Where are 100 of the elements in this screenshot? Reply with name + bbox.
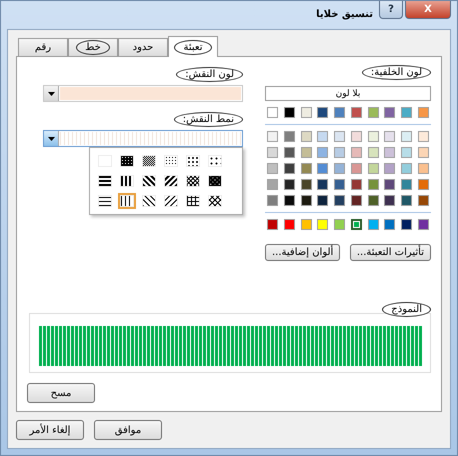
color-swatch[interactable]: [350, 219, 362, 230]
color-swatch[interactable]: [267, 107, 278, 118]
pattern-option[interactable]: [118, 153, 136, 169]
color-swatch[interactable]: [317, 163, 328, 174]
color-swatch[interactable]: [317, 219, 328, 230]
color-swatch[interactable]: [401, 219, 412, 230]
pattern-option[interactable]: [96, 193, 114, 209]
color-swatch[interactable]: [317, 195, 328, 206]
help-button[interactable]: ?: [379, 1, 403, 19]
pattern-option[interactable]: [184, 193, 202, 209]
clear-button[interactable]: مسح: [27, 383, 95, 403]
color-swatch[interactable]: [401, 147, 412, 158]
color-swatch[interactable]: [350, 107, 362, 118]
color-swatch[interactable]: [418, 107, 429, 118]
color-swatch[interactable]: [384, 107, 396, 118]
pattern-option[interactable]: [184, 153, 202, 169]
color-swatch[interactable]: [284, 131, 295, 142]
color-swatch[interactable]: [284, 147, 295, 158]
color-swatch[interactable]: [267, 147, 278, 158]
tab[interactable]: حدود: [118, 38, 168, 56]
color-swatch[interactable]: [267, 179, 278, 190]
color-swatch[interactable]: [334, 219, 346, 230]
color-swatch[interactable]: [384, 131, 396, 142]
pattern-option[interactable]: [162, 173, 180, 189]
color-swatch[interactable]: [317, 147, 328, 158]
dialog-button[interactable]: موافق: [94, 420, 162, 440]
color-swatch[interactable]: [368, 163, 379, 174]
color-swatch[interactable]: [418, 147, 429, 158]
pattern-option[interactable]: [140, 153, 158, 169]
dialog-button[interactable]: ألوان إضافية...: [265, 244, 340, 261]
color-swatch[interactable]: [384, 219, 396, 230]
color-swatch[interactable]: [300, 219, 312, 230]
pattern-option[interactable]: [118, 193, 136, 209]
pattern-option[interactable]: [162, 193, 180, 209]
color-swatch[interactable]: [368, 179, 379, 190]
color-swatch[interactable]: [284, 107, 295, 118]
color-swatch[interactable]: [384, 163, 396, 174]
color-swatch[interactable]: [418, 179, 429, 190]
color-swatch[interactable]: [350, 195, 362, 206]
pattern-option[interactable]: [206, 173, 224, 189]
color-swatch[interactable]: [267, 195, 278, 206]
color-swatch[interactable]: [300, 147, 312, 158]
color-swatch[interactable]: [401, 131, 412, 142]
color-swatch[interactable]: [334, 131, 346, 142]
color-swatch[interactable]: [300, 107, 312, 118]
color-swatch[interactable]: [368, 131, 379, 142]
color-swatch[interactable]: [368, 147, 379, 158]
color-swatch[interactable]: [368, 219, 379, 230]
color-swatch[interactable]: [267, 163, 278, 174]
color-swatch[interactable]: [384, 179, 396, 190]
color-swatch[interactable]: [317, 179, 328, 190]
color-swatch[interactable]: [267, 131, 278, 142]
color-swatch[interactable]: [384, 147, 396, 158]
color-swatch[interactable]: [300, 195, 312, 206]
color-swatch[interactable]: [350, 147, 362, 158]
pattern-option[interactable]: [118, 173, 136, 189]
color-swatch[interactable]: [300, 179, 312, 190]
pattern-option[interactable]: [184, 173, 202, 189]
color-swatch[interactable]: [334, 147, 346, 158]
pattern-option[interactable]: [140, 173, 158, 189]
tab[interactable]: خط: [68, 38, 118, 56]
color-swatch[interactable]: [300, 131, 312, 142]
color-swatch[interactable]: [284, 179, 295, 190]
color-swatch[interactable]: [300, 163, 312, 174]
pattern-option[interactable]: [206, 193, 224, 209]
color-swatch[interactable]: [334, 163, 346, 174]
tab[interactable]: تعبئة: [168, 36, 218, 57]
no-color-button[interactable]: بلا لون: [265, 86, 431, 101]
pattern-option[interactable]: [96, 173, 114, 189]
color-swatch[interactable]: [418, 195, 429, 206]
color-swatch[interactable]: [401, 107, 412, 118]
color-swatch[interactable]: [317, 107, 328, 118]
pattern-option[interactable]: [206, 153, 224, 169]
color-swatch[interactable]: [401, 163, 412, 174]
pattern-color-dropdown[interactable]: [43, 85, 243, 102]
dialog-button[interactable]: إلغاء الأمر: [16, 420, 84, 440]
tab[interactable]: رقم: [18, 38, 68, 56]
color-swatch[interactable]: [284, 163, 295, 174]
color-swatch[interactable]: [334, 179, 346, 190]
dialog-button[interactable]: تأثيرات التعبئة...: [350, 244, 431, 261]
color-swatch[interactable]: [350, 163, 362, 174]
color-swatch[interactable]: [418, 219, 429, 230]
pattern-style-dropdown[interactable]: [43, 130, 243, 147]
color-swatch[interactable]: [267, 219, 278, 230]
pattern-option[interactable]: [162, 153, 180, 169]
color-swatch[interactable]: [401, 195, 412, 206]
color-swatch[interactable]: [368, 195, 379, 206]
color-swatch[interactable]: [401, 179, 412, 190]
color-swatch[interactable]: [284, 195, 295, 206]
color-swatch[interactable]: [418, 131, 429, 142]
color-swatch[interactable]: [368, 107, 379, 118]
color-swatch[interactable]: [418, 163, 429, 174]
color-swatch[interactable]: [317, 131, 328, 142]
color-swatch[interactable]: [284, 219, 295, 230]
color-swatch[interactable]: [384, 195, 396, 206]
color-swatch[interactable]: [334, 107, 346, 118]
color-swatch[interactable]: [350, 131, 362, 142]
color-swatch[interactable]: [350, 179, 362, 190]
color-swatch[interactable]: [334, 195, 346, 206]
pattern-option[interactable]: [140, 193, 158, 209]
